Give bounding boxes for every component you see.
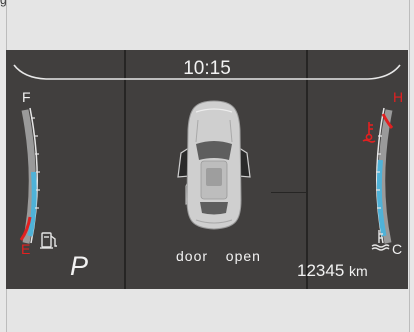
car-sunroof: [206, 168, 222, 186]
cropped-header-text: g: [0, 0, 7, 7]
odometer: 12345 km: [297, 261, 368, 281]
high-temperature-warning-icon: [362, 122, 376, 143]
odometer-value: 12345: [297, 261, 345, 280]
fuel-pump-icon: [40, 232, 57, 249]
car-rear-window: [200, 202, 228, 215]
car-windshield: [196, 141, 232, 160]
header-arc-line: [13, 64, 401, 80]
car-top-view-icon: [177, 100, 251, 230]
door-status-message: door open: [176, 248, 261, 264]
fuel-gauge: [19, 107, 57, 249]
fuel-empty-label: E: [21, 241, 31, 257]
temp-hot-label: H: [393, 89, 404, 105]
temp-cold-label: C: [392, 241, 403, 257]
gear-indicator: P: [70, 251, 89, 281]
instrument-cluster-display: 10:15 F E H C P door open 12345 km: [6, 50, 408, 289]
odometer-unit: km: [349, 263, 368, 279]
temperature-gauge: [362, 107, 394, 251]
fuel-full-label: F: [22, 89, 31, 105]
